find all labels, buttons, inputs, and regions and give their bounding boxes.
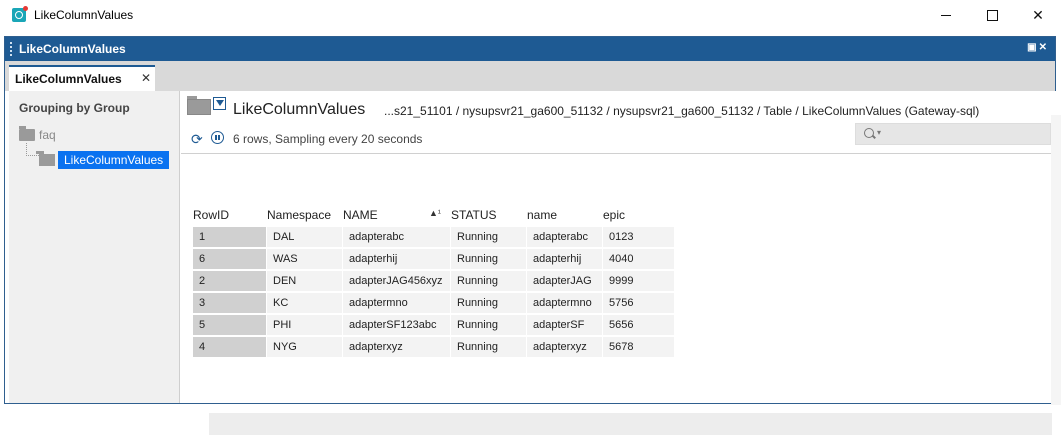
table-icon: [36, 151, 55, 166]
tab-strip: LikeColumnValues ✕: [5, 61, 1055, 91]
close-window-button[interactable]: ✕: [1015, 0, 1061, 31]
table-cell: Running: [451, 315, 527, 335]
table-cell: adapterxyz: [527, 337, 603, 357]
table-cell: adaptermno: [527, 293, 603, 313]
search-input[interactable]: ▾: [855, 123, 1051, 145]
sampling-status: 6 rows, Sampling every 20 seconds: [233, 132, 423, 146]
table-cell: Running: [451, 271, 527, 291]
table-cell: KC: [267, 293, 343, 313]
tree-item-label: LikeColumnValues: [58, 151, 170, 169]
maximize-icon: [986, 10, 998, 21]
table-cell: Running: [451, 337, 527, 357]
table-cell: adapterJAG456xyz: [343, 271, 451, 291]
divider: [181, 153, 1056, 154]
table-cell: WAS: [267, 249, 343, 269]
folder-label: faq: [39, 128, 56, 142]
folder-icon: [19, 126, 35, 141]
panel-controls[interactable]: ▣✕: [1027, 42, 1049, 53]
maximize-button[interactable]: [969, 0, 1015, 31]
column-header-name[interactable]: name: [527, 208, 557, 222]
table-cell: 5678: [603, 337, 675, 357]
table-cell: 0123: [603, 227, 675, 247]
table-cell: Running: [451, 249, 527, 269]
table-cell: 5: [193, 315, 267, 335]
table-cell: adapterhij: [343, 249, 451, 269]
search-icon: [864, 128, 874, 138]
table-cell: 3: [193, 293, 267, 313]
window-titlebar: LikeColumnValues ✕: [0, 0, 1061, 31]
grouping-sidebar: Grouping by Group faq LikeColumnValues: [9, 91, 180, 403]
vertical-scrollbar[interactable]: [1051, 115, 1061, 405]
table-cell: 9999: [603, 271, 675, 291]
panel-header: LikeColumnValues ▣✕: [5, 37, 1055, 61]
tree-connector: [26, 143, 39, 156]
table-cell: DEN: [267, 271, 343, 291]
chevron-down-icon: ▾: [877, 128, 882, 137]
column-header-epic[interactable]: epic: [603, 208, 625, 222]
window-title: LikeColumnValues: [34, 8, 134, 22]
table-cell: 4: [193, 337, 267, 357]
table-cell: adapterhij: [527, 249, 603, 269]
tree-folder-faq[interactable]: faq: [19, 126, 56, 143]
column-header-namespace[interactable]: Namespace: [267, 208, 331, 222]
tab-label: LikeColumnValues: [15, 72, 122, 86]
app-icon: [12, 6, 28, 22]
grip-icon[interactable]: [10, 42, 14, 56]
table-cell: 1: [193, 227, 267, 247]
close-icon: ✕: [1032, 7, 1044, 23]
panel-frame: LikeColumnValues ▣✕ LikeColumnValues ✕ G…: [4, 36, 1061, 435]
footer-bar: [209, 413, 1052, 435]
table-cell: 2: [193, 271, 267, 291]
grouping-heading: Grouping by Group: [19, 101, 130, 115]
table-cell: adaptermno: [343, 293, 451, 313]
column-header-rowid[interactable]: RowID: [193, 208, 229, 222]
pause-icon[interactable]: [211, 131, 224, 144]
filter-icon[interactable]: [213, 97, 226, 110]
column-header-name[interactable]: NAME: [343, 208, 378, 222]
minimize-button[interactable]: [923, 0, 969, 31]
table-cell: NYG: [267, 337, 343, 357]
table-cell: adapterxyz: [343, 337, 451, 357]
table-icon: [187, 96, 211, 115]
tree-item-likecolumnvalues[interactable]: LikeColumnValues: [36, 151, 170, 169]
table-cell: adapterSF123abc: [343, 315, 451, 335]
refresh-icon[interactable]: ⟳: [191, 131, 203, 148]
page-title: LikeColumnValues: [233, 101, 366, 118]
minimize-icon: [941, 15, 951, 16]
table-cell: 5756: [603, 293, 675, 313]
table-cell: adapterSF: [527, 315, 603, 335]
breadcrumb: ...s21_51101 / nysupsvr21_ga600_51132 / …: [384, 104, 980, 118]
table-cell: 4040: [603, 249, 675, 269]
column-header-status[interactable]: STATUS: [451, 208, 497, 222]
panel-title: LikeColumnValues: [19, 42, 126, 56]
table-cell: Running: [451, 227, 527, 247]
sort-ascending-icon: ▲¹: [429, 208, 441, 218]
tab-likecolumnvalues[interactable]: LikeColumnValues ✕: [9, 65, 155, 91]
table-cell: adapterabc: [343, 227, 451, 247]
table-cell: adapterabc: [527, 227, 603, 247]
main-content: LikeColumnValues ...s21_51101 / nysupsvr…: [181, 91, 1056, 435]
table-cell: adapterJAG: [527, 271, 603, 291]
table-cell: DAL: [267, 227, 343, 247]
table-cell: 6: [193, 249, 267, 269]
table-cell: 5656: [603, 315, 675, 335]
table-cell: PHI: [267, 315, 343, 335]
tab-close-icon[interactable]: ✕: [141, 71, 151, 85]
table-cell: Running: [451, 293, 527, 313]
